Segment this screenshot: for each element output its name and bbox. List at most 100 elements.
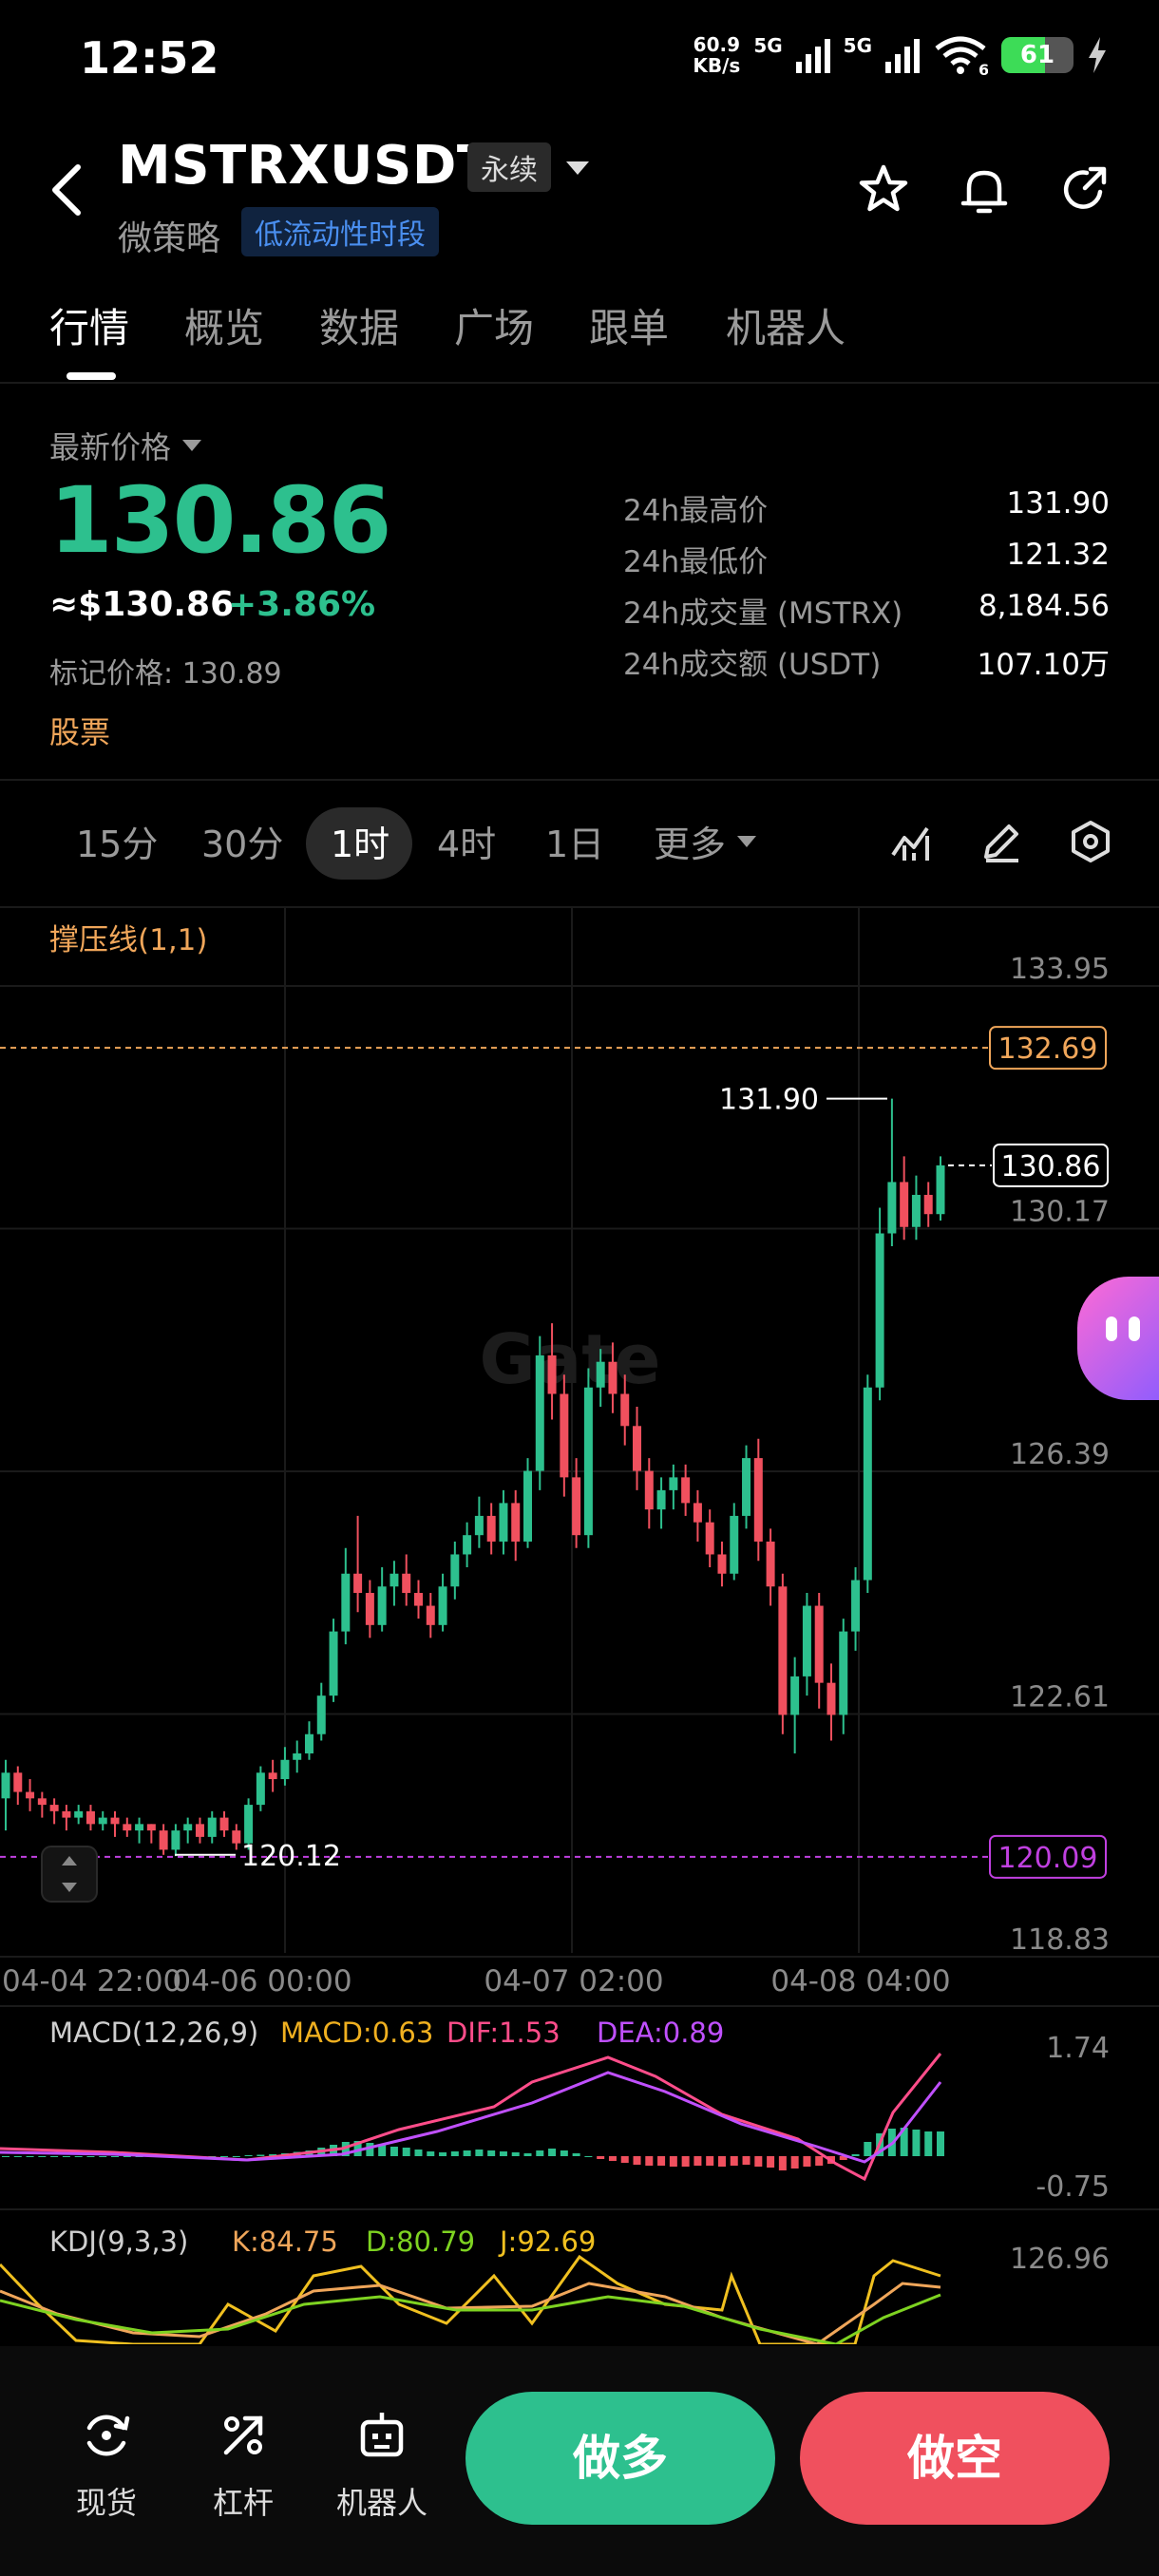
tab-overview[interactable]: 概览	[184, 296, 264, 354]
tab-data[interactable]: 数据	[319, 296, 399, 354]
fab-eye-icon	[1106, 1316, 1117, 1341]
candle-body	[863, 1387, 872, 1581]
timeframe-30m[interactable]: 30分	[201, 815, 283, 867]
candle-body	[839, 1631, 848, 1715]
nav-spot[interactable]: 现货	[49, 2407, 163, 2523]
y-tick-label: 130.17	[1010, 1196, 1110, 1229]
macd-bar	[597, 2156, 605, 2159]
candle-body	[123, 1824, 132, 1831]
dea-value: DEA:0.89	[597, 2017, 724, 2049]
macd-bar	[790, 2156, 799, 2169]
candle-body	[426, 1605, 435, 1625]
macd-y-bottom: -0.75	[1036, 2170, 1110, 2204]
macd-bar	[499, 2151, 507, 2156]
candle-body	[923, 1194, 933, 1215]
candle-body	[98, 1817, 107, 1825]
tab-copy-trade[interactable]: 跟单	[589, 296, 669, 354]
k-value: K:84.75	[232, 2226, 338, 2258]
support-value: 120.09	[998, 1842, 1098, 1875]
nav-leverage[interactable]: 杠杆	[186, 2407, 300, 2523]
candle-body	[463, 1535, 472, 1555]
battery-icon: 61	[1001, 37, 1074, 73]
timeframe-more[interactable]: 更多	[654, 815, 757, 867]
x-tick-label: 04-07 02:00	[484, 1964, 663, 1998]
change-percent: +3.86%	[228, 585, 376, 624]
tab-bots[interactable]: 机器人	[726, 296, 846, 354]
assistant-fab[interactable]	[1077, 1277, 1159, 1400]
macd-bar	[815, 2156, 824, 2166]
candle-body	[268, 1772, 277, 1780]
stat-value-turnover: 107.10万	[977, 648, 1110, 682]
candle-body	[644, 1470, 654, 1510]
candle-body	[608, 1361, 618, 1394]
candle-body	[705, 1522, 714, 1555]
open-long-button[interactable]: 做多	[466, 2392, 775, 2525]
candle-body	[37, 1798, 47, 1806]
signal-icon-2	[885, 37, 920, 73]
indicator-icon[interactable]	[889, 819, 935, 864]
candle-body	[547, 1354, 557, 1394]
stat-value-volume: 8,184.56	[978, 589, 1110, 623]
bell-icon[interactable]	[956, 161, 1013, 218]
low-marker-label: 120.12	[241, 1840, 341, 1873]
candle-body	[86, 1810, 95, 1825]
liquidity-tag: 低流动性时段	[241, 207, 439, 256]
macd-bar	[548, 2149, 557, 2156]
star-icon[interactable]	[855, 161, 912, 218]
candle-body	[620, 1393, 630, 1427]
latest-price-label[interactable]: 最新价格	[49, 424, 202, 467]
candle-body	[329, 1631, 338, 1696]
timeframe-15m[interactable]: 15分	[76, 815, 158, 867]
timeframe-1d[interactable]: 1日	[545, 815, 604, 867]
kdj-y-top: 126.96	[1010, 2243, 1110, 2276]
macd-bar	[511, 2152, 520, 2156]
candle-body	[353, 1573, 363, 1594]
macd-bar	[767, 2156, 775, 2168]
candle-body	[159, 1830, 168, 1850]
timeframe-1h[interactable]: 1时	[331, 815, 390, 867]
tab-square[interactable]: 广场	[454, 296, 534, 354]
candle-body	[523, 1470, 533, 1542]
candle-body	[26, 1791, 35, 1799]
candle-body	[826, 1682, 836, 1715]
macd-bar	[463, 2150, 471, 2156]
nav-robot[interactable]: 机器人	[325, 2407, 439, 2523]
spot-exchange-icon	[86, 2415, 130, 2456]
pair-dropdown-icon[interactable]	[566, 161, 589, 175]
macd-value: MACD:0.63	[280, 2017, 433, 2049]
macd-bar	[99, 2156, 107, 2157]
candle-body	[110, 1817, 120, 1825]
x-tick-label: 04-06 00:00	[172, 1964, 352, 1998]
mark-price: 标记价格: 130.89	[49, 657, 282, 691]
back-icon[interactable]	[49, 161, 84, 218]
pair-title[interactable]: MSTRXUSDT	[118, 135, 494, 197]
macd-bar	[924, 2131, 933, 2156]
macd-bar	[754, 2156, 763, 2167]
settings-icon[interactable]	[1068, 819, 1113, 864]
candle-body	[135, 1824, 144, 1831]
candle-body	[450, 1554, 460, 1587]
candle-body	[596, 1361, 605, 1388]
scale-handle[interactable]	[41, 1846, 98, 1903]
candle-body	[936, 1165, 945, 1215]
macd-bar	[742, 2156, 750, 2165]
category-tag[interactable]: 股票	[49, 709, 110, 752]
tab-market[interactable]: 行情	[49, 296, 129, 354]
candle-body	[74, 1810, 84, 1818]
candlestick-chart[interactable]: 133.95 130.17 126.39 122.61 118.83 04-04 22:0…	[0, 908, 1159, 2344]
candle-body	[717, 1554, 727, 1574]
candle-body	[669, 1477, 678, 1490]
x-tick-label: 04-08 04:00	[770, 1964, 950, 1998]
macd-bar	[851, 2154, 860, 2156]
macd-bar	[50, 2156, 59, 2157]
dea-line	[0, 2071, 942, 2164]
share-icon[interactable]	[1056, 161, 1113, 218]
active-tab-indicator	[66, 372, 116, 380]
stat-label-high: 24h最高价	[623, 494, 769, 528]
open-short-button[interactable]: 做空	[800, 2392, 1110, 2525]
timeframe-4h[interactable]: 4时	[437, 815, 496, 867]
macd-bar	[657, 2156, 666, 2166]
stat-value-high: 131.90	[1006, 486, 1110, 521]
stat-label-turnover: 24h成交额 (USDT)	[623, 648, 882, 682]
draw-pen-icon[interactable]	[978, 819, 1024, 864]
